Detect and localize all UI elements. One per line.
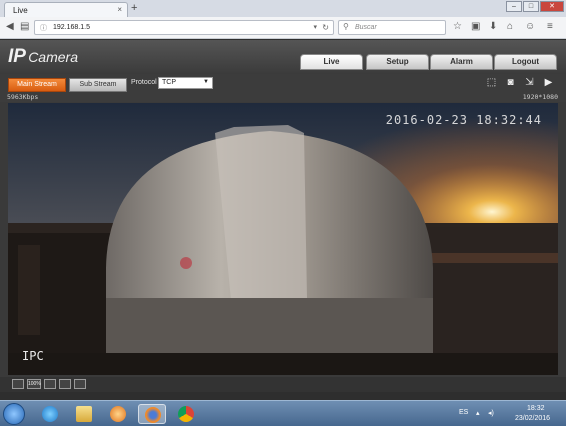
firefox-icon[interactable] [138,404,166,424]
osd-camera-name: IPC [22,349,44,363]
search-placeholder: Buscar [355,24,377,31]
ptz-icon[interactable]: ⬚ [484,77,499,89]
video-toolbar: 100% [0,377,566,392]
browser-nav-bar: ◀ ▤ ⓘ 192.168.1.5 ▾ ↻ ⚲ Buscar ☆ ▣ ⬇ ⌂ ☺… [0,17,566,39]
new-tab-button[interactable]: + [131,2,137,14]
reading-list-icon[interactable]: ▣ [471,21,480,32]
windows-taskbar: ES ▴ ◂) 18:32 23/02/2016 [0,400,566,426]
chat-icon[interactable]: ☺ [525,21,535,32]
maximize-button[interactable]: □ [523,1,539,12]
url-text: 192.168.1.5 [53,24,90,31]
search-input[interactable]: ⚲ Buscar [338,20,446,35]
ip-camera-app: IP Camera Live Setup Alarm Logout Main S… [0,40,566,392]
minimize-button[interactable]: – [506,1,522,12]
clock-time[interactable]: 18:32 [527,405,545,412]
osd-datetime: 2016-02-23 18:32:44 [385,113,542,127]
stretch-icon[interactable] [74,379,86,389]
tab-logout[interactable]: Logout [494,54,557,70]
window-controls: – □ ✕ [505,1,564,13]
chrome-icon[interactable] [172,404,200,424]
volume-icon[interactable]: ◂) [488,409,494,417]
bitrate-readout: 5963Kbps [7,93,39,101]
fullscreen-icon[interactable]: ⇲ [522,77,537,89]
snapshot-icon[interactable]: ◙ [503,77,518,89]
address-bar[interactable]: ⓘ 192.168.1.5 ▾ ↻ [34,20,334,35]
protocol-label: Protocol [131,79,157,86]
live-video-view[interactable]: 2016-02-23 18:32:44 IPC [8,103,558,375]
resolution-readout: 1920*1080 [522,93,558,101]
stream-controls: Main Stream Sub Stream Protocol TCP ▼ 59… [0,74,566,102]
camera-logo: IP Camera [8,46,78,67]
site-info-icon[interactable]: ⓘ [40,23,47,33]
close-window-button[interactable]: ✕ [540,1,564,12]
start-button[interactable] [3,403,25,425]
tab-close-icon[interactable]: × [117,5,122,14]
media-player-icon[interactable] [104,404,132,424]
home-icon[interactable]: ⌂ [507,21,513,32]
sub-stream-button[interactable]: Sub Stream [69,78,127,92]
search-icon: ⚲ [343,22,349,31]
reload-icon[interactable]: ↻ [322,23,329,32]
tray-arrow-icon[interactable]: ▴ [476,409,480,417]
tab-title: Live [13,6,28,15]
protocol-value: TCP [162,79,176,86]
language-indicator[interactable]: ES [459,409,468,416]
record-icon[interactable]: ▶ [541,77,556,89]
internet-explorer-icon[interactable] [36,404,64,424]
bookmarks-list-icon[interactable]: ▤ [20,21,29,32]
browser-tab-bar: Live × + – □ ✕ [0,0,566,17]
tab-setup[interactable]: Setup [366,54,429,70]
zoom-100-button[interactable]: 100% [27,379,41,389]
app-header: IP Camera Live Setup Alarm Logout [0,40,566,74]
file-explorer-icon[interactable] [70,404,98,424]
original-size-icon[interactable] [12,379,24,389]
aspect-ratio-icon[interactable] [59,379,71,389]
main-stream-button[interactable]: Main Stream [8,78,66,92]
tab-live[interactable]: Live [300,54,363,70]
back-icon[interactable]: ◀ [6,21,14,32]
chevron-down-icon: ▼ [203,79,209,85]
protocol-select[interactable]: TCP ▼ [158,77,213,89]
fit-window-icon[interactable] [44,379,56,389]
bookmark-star-icon[interactable]: ☆ [453,21,462,32]
browser-tab[interactable]: Live × [4,2,128,17]
download-icon[interactable]: ⬇ [489,21,497,32]
camera-frame-image [8,103,558,375]
tab-alarm[interactable]: Alarm [430,54,493,70]
clock-date[interactable]: 23/02/2016 [515,415,550,422]
url-dropdown-icon[interactable]: ▾ [313,23,317,31]
menu-icon[interactable]: ≡ [547,21,553,32]
